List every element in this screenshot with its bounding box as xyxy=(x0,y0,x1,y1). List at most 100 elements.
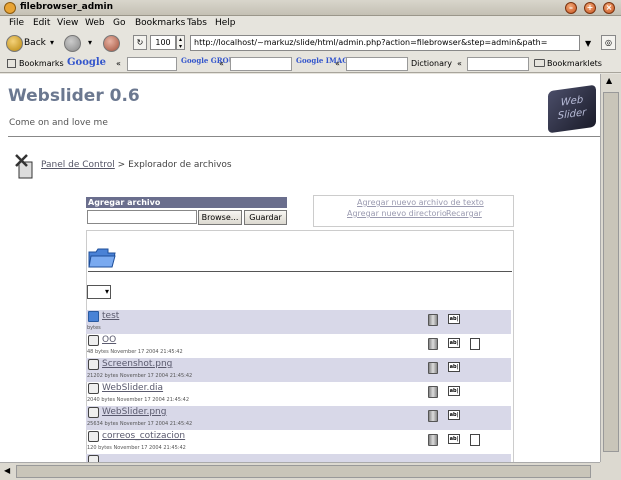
dictionary-search-go[interactable]: « xyxy=(457,59,462,68)
trash-icon[interactable] xyxy=(428,362,438,374)
google-logo: Google xyxy=(67,57,107,68)
list-divider xyxy=(88,271,512,272)
edit-icon[interactable] xyxy=(470,434,480,446)
trash-icon[interactable] xyxy=(428,314,438,326)
file-name-link[interactable]: Screenshot.png xyxy=(102,359,172,369)
scroll-left-icon[interactable]: ◀ xyxy=(4,466,10,475)
text-file-icon xyxy=(88,383,99,394)
file-name-link[interactable]: test xyxy=(102,311,119,321)
bookmarklets-folder[interactable]: Bookmarklets xyxy=(547,59,602,68)
add-directory-link[interactable]: Agregar nuevo directorio xyxy=(347,209,447,218)
menu-go[interactable]: Go xyxy=(113,18,125,28)
folder-icon xyxy=(88,311,99,322)
menu-file[interactable]: File xyxy=(9,18,24,28)
rename-icon[interactable]: ab| xyxy=(448,362,460,372)
back-arrow-icon[interactable] xyxy=(6,35,23,52)
breadcrumb-current: > Explorador de archivos xyxy=(117,160,232,170)
close-icon[interactable]: × xyxy=(603,2,615,14)
bookmarks-button[interactable]: Bookmarks xyxy=(19,59,64,68)
file-row[interactable]: correos_cotizacion 120 bytes November 17… xyxy=(86,430,511,454)
text-file-icon xyxy=(88,455,99,462)
file-name-link[interactable]: OO xyxy=(102,335,116,345)
stop-icon[interactable] xyxy=(103,35,120,52)
google-search-go[interactable]: « xyxy=(116,59,121,68)
file-path-input[interactable] xyxy=(87,210,197,224)
menu-tabs[interactable]: Tabs xyxy=(187,18,207,28)
dictionary-label: Dictionary xyxy=(411,59,453,68)
vertical-scrollbar[interactable]: ▲ xyxy=(600,74,621,462)
google-search-field[interactable] xyxy=(127,57,177,71)
edit-icon[interactable] xyxy=(470,338,480,350)
upload-heading: Agregar archivo xyxy=(86,197,287,208)
scroll-up-icon[interactable]: ▲ xyxy=(606,76,612,85)
forward-arrow-icon[interactable] xyxy=(64,35,81,52)
horizontal-scrollbar[interactable]: ◀ xyxy=(0,462,600,480)
reload-link[interactable]: Recargar xyxy=(446,209,482,218)
dictionary-field[interactable] xyxy=(467,57,529,71)
reload-icon[interactable]: ↻ xyxy=(133,35,147,50)
bookmarks-toolbar: Bookmarks Google « Google GROUPS « Googl… xyxy=(0,55,621,73)
path-select[interactable]: ▾ xyxy=(87,285,111,299)
zoom-field[interactable]: 100 xyxy=(150,35,176,50)
add-text-file-link[interactable]: Agregar nuevo archivo de texto xyxy=(357,198,484,207)
tools-icon xyxy=(13,152,37,180)
trash-icon[interactable] xyxy=(428,410,438,422)
file-meta: bytes xyxy=(87,325,101,331)
file-row[interactable]: WebSlider.png 25634 bytes November 17 20… xyxy=(86,406,511,430)
trash-icon[interactable] xyxy=(428,338,438,350)
file-name-link[interactable]: WebSlider.dia xyxy=(102,383,163,393)
file-row[interactable]: OO 48 bytes November 17 2004 21:45:42 ab… xyxy=(86,334,511,358)
menu-bookmarks[interactable]: Bookmarks xyxy=(135,18,185,28)
groups-search-field[interactable] xyxy=(230,57,292,71)
file-name-link[interactable]: correos_cotizacion xyxy=(102,431,185,441)
rename-icon[interactable]: ab| xyxy=(448,386,460,396)
logo-text: Web Slider xyxy=(557,94,587,123)
window-titlebar: filebrowser_admin – + × xyxy=(0,0,621,16)
images-search-field[interactable] xyxy=(346,57,408,71)
menu-view[interactable]: View xyxy=(57,18,78,28)
webslider-logo: Web Slider xyxy=(548,84,596,134)
open-folder-icon xyxy=(88,246,116,268)
menu-help[interactable]: Help xyxy=(215,18,236,28)
breadcrumb: Panel de Control > Explorador de archivo… xyxy=(41,160,232,170)
go-icon[interactable]: ◎ xyxy=(601,35,616,50)
groups-search-go[interactable]: « xyxy=(219,59,224,68)
image-file-icon xyxy=(88,407,99,418)
file-meta: 25634 bytes November 17 2004 21:45:42 xyxy=(87,421,193,427)
navigation-toolbar: Back ▾ ▾ ↻ 100 ▴ ▾ http://localhost/~mark… xyxy=(0,32,621,54)
page-content: Webslider 0.6 Come on and love me Web Sl… xyxy=(0,74,600,462)
maximize-icon[interactable]: + xyxy=(584,2,596,14)
resize-grip-icon[interactable] xyxy=(600,462,621,480)
header-divider xyxy=(8,136,600,137)
menu-web[interactable]: Web xyxy=(85,18,105,28)
browse-button[interactable]: Browse... xyxy=(198,210,242,225)
horizontal-scroll-thumb[interactable] xyxy=(16,465,591,478)
breadcrumb-link-control-panel[interactable]: Panel de Control xyxy=(41,160,115,170)
back-dropdown-icon[interactable]: ▾ xyxy=(50,38,54,47)
trash-icon[interactable] xyxy=(428,386,438,398)
menu-edit[interactable]: Edit xyxy=(33,18,50,28)
rename-icon[interactable]: ab| xyxy=(448,410,460,420)
file-row[interactable]: test bytes ab| xyxy=(86,310,511,334)
trash-icon[interactable] xyxy=(428,434,438,446)
rename-icon[interactable]: ab| xyxy=(448,314,460,324)
rename-icon[interactable]: ab| xyxy=(448,338,460,348)
save-button[interactable]: Guardar xyxy=(244,210,287,225)
address-field[interactable]: http://localhost/~markuz/slide/html/admi… xyxy=(190,35,580,51)
url-dropdown-icon[interactable]: ▼ xyxy=(585,39,591,48)
vertical-scroll-thumb[interactable] xyxy=(603,92,619,452)
images-search-go[interactable]: « xyxy=(335,59,340,68)
back-label[interactable]: Back xyxy=(24,38,46,48)
file-row[interactable]: Screenshot.png 21202 bytes November 17 2… xyxy=(86,358,511,382)
site-title: Webslider 0.6 xyxy=(8,86,140,106)
file-name-link[interactable]: WebSlider.png xyxy=(102,407,166,417)
menu-bar: File Edit View Web Go Bookmarks Tabs Hel… xyxy=(0,16,621,32)
rename-icon[interactable]: ab| xyxy=(448,434,460,444)
file-row[interactable]: WebSlider.dia 2040 bytes November 17 200… xyxy=(86,382,511,406)
file-meta: 48 bytes November 17 2004 21:45:42 xyxy=(87,349,183,355)
minimize-icon[interactable]: – xyxy=(565,2,577,14)
zoom-stepper[interactable]: ▴ ▾ xyxy=(176,35,185,50)
text-file-icon xyxy=(88,335,99,346)
file-row-partial[interactable] xyxy=(86,454,511,462)
forward-dropdown-icon[interactable]: ▾ xyxy=(88,38,92,47)
